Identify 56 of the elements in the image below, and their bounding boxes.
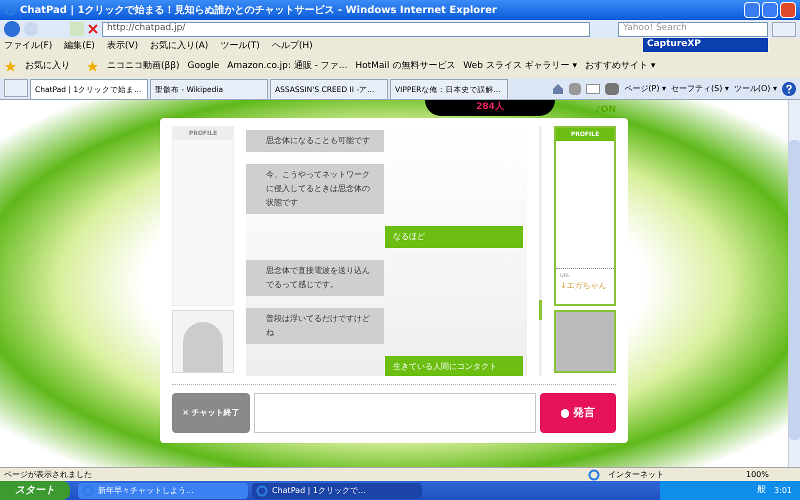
zoom-control[interactable]: 100% [746,468,796,480]
received-message: 今、こうやってネットワークに侵入してるときは思念体の状態です [246,164,384,214]
received-message: 思念体になることも可能です [246,130,384,152]
back-button[interactable] [4,21,20,37]
menu-item[interactable]: お気に入り(A) [150,40,208,54]
star-icon[interactable] [4,60,17,73]
message-input[interactable] [254,393,536,433]
tab-list-button[interactable] [4,79,28,97]
status-text: ページが表示されました [4,468,93,480]
stop-icon[interactable] [88,24,98,34]
counter-text: 284人 [476,101,504,114]
browser-icon [82,484,94,496]
add-favorite-icon[interactable] [86,60,99,73]
menu-item[interactable]: 編集(E) [64,40,95,54]
scroll-thumb[interactable] [539,300,542,320]
minimize-button[interactable] [744,2,760,18]
favorite-link[interactable]: おすすめサイト ▾ [585,60,656,74]
clock: 3:01 [774,484,792,496]
menu-item[interactable]: 表示(V) [106,40,138,54]
favorite-link[interactable]: Amazon.co.jp: 通販 - ファ... [227,60,348,74]
search-button[interactable] [772,22,796,36]
capture-window-title: CaptureXP [647,38,701,52]
command-menu[interactable]: ツール(O) ▾ [734,83,777,95]
favorite-link[interactable]: Web スライス ギャラリー ▾ [463,60,578,74]
scrollbar[interactable] [788,100,800,467]
sent-message: なるほど [385,226,523,248]
say-button[interactable]: 発言 [540,393,616,433]
received-message: 普段は浮いてるだけですけどね [246,308,384,344]
menu-item[interactable]: ヘルプ(H) [272,40,313,54]
address-field[interactable]: http://chatpad.jp/ [102,22,590,36]
zone-text: インターネット [608,468,665,480]
window-title: ChatPad | 1クリックで始まる！見知らぬ誰かとのチャットサービス - Windows Internet Explorer [20,4,498,18]
favorite-link[interactable]: Google [188,60,220,74]
sent-message: 生きている人間にコンタクト [385,356,523,376]
browser-icon [256,484,268,496]
mail-icon[interactable] [586,84,600,94]
favorite-link[interactable]: ニコニコ動画(ββ) [107,60,180,74]
taskbar-button[interactable]: 新年早々チャットしよう... [78,482,248,498]
command-menu[interactable]: セーフティ(S) ▾ [671,83,729,95]
command-menu[interactable]: ページ(P) ▾ [624,83,666,95]
start-button[interactable]: スタート [0,481,70,500]
taskbar-button[interactable]: ChatPad | 1クリックで... [252,482,422,498]
photo-placeholder [554,310,616,373]
help-icon[interactable] [782,82,796,96]
received-message: 思念体で直接電波を送り込んでるって感じです。 [246,260,384,296]
speech-icon [561,408,569,418]
maximize-button[interactable] [762,2,778,18]
home-icon[interactable] [552,83,564,95]
menu-item[interactable]: ツール(T) [220,40,260,54]
favorite-link[interactable]: HotMail の無料サービス [355,60,456,74]
globe-icon [588,468,600,480]
favorites-label[interactable]: お気に入り [25,60,70,74]
avatar-placeholder [172,310,234,373]
close-button[interactable] [780,2,796,18]
menu-item[interactable]: ファイル(F) [4,40,52,54]
browser-icon [4,4,16,16]
